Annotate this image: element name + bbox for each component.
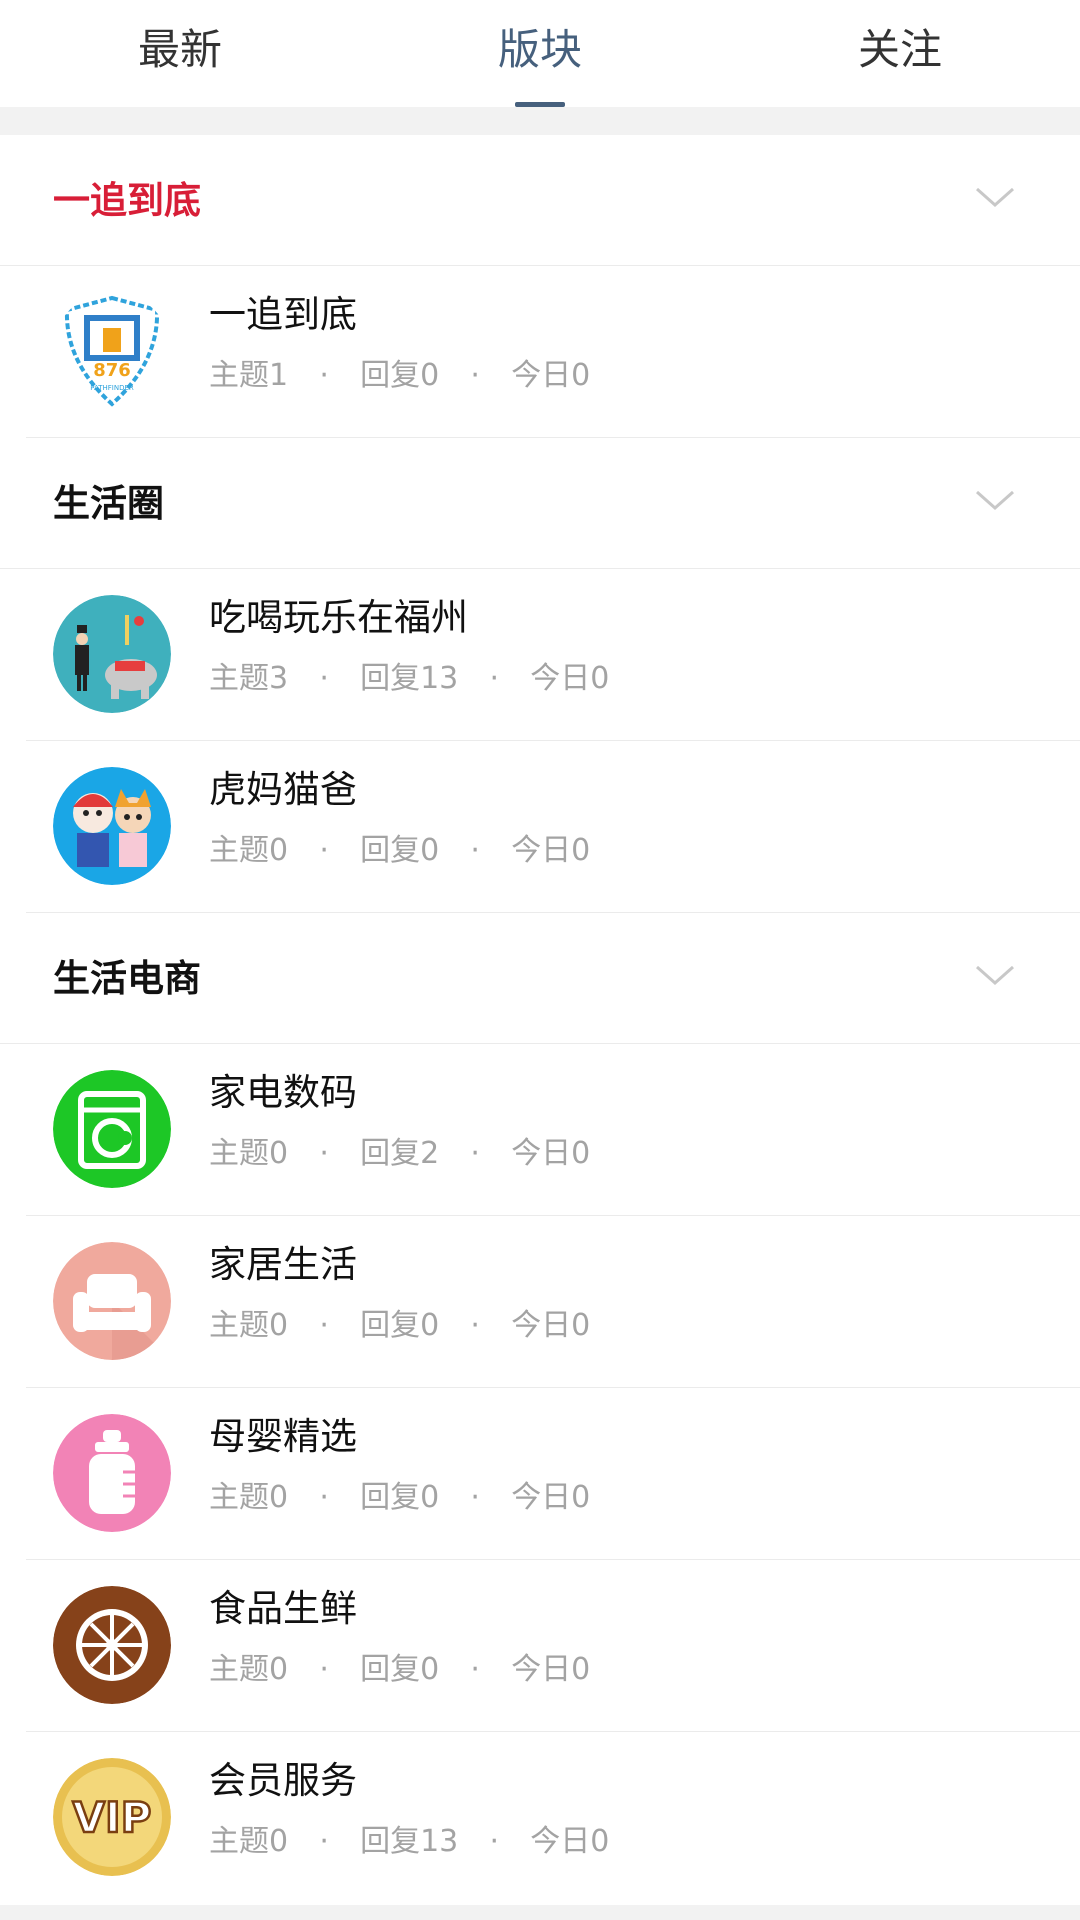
separator-dot: ·	[470, 833, 480, 868]
section-title: 生活圈	[53, 482, 164, 525]
reply-count: 回复0	[360, 358, 440, 393]
topic-count: 主题0	[209, 1136, 289, 1171]
topic-count: 主题0	[209, 833, 289, 868]
reply-count: 回复0	[360, 1308, 440, 1343]
forum-stats: 主题0 · 回复0 · 今日0	[209, 1648, 590, 1692]
today-count: 今日0	[511, 1308, 591, 1343]
forum-item[interactable]: 食品生鲜 主题0 · 回复0 · 今日0	[0, 1560, 1080, 1732]
vip-badge-icon: VIP	[53, 1758, 171, 1876]
section-header[interactable]: 一追到底	[0, 135, 1080, 266]
section-title: 生活电商	[53, 957, 201, 1000]
forum-stats: 主题1 · 回复0 · 今日0	[209, 354, 590, 398]
today-count: 今日0	[511, 358, 591, 393]
circus-elephant-icon	[53, 595, 171, 713]
forum-stats: 主题0 · 回复2 · 今日0	[209, 1132, 590, 1176]
separator-dot: ·	[470, 1308, 480, 1343]
forum-item[interactable]: 家居生活 主题0 · 回复0 · 今日0	[0, 1216, 1080, 1388]
today-count: 今日0	[511, 1480, 591, 1515]
forum-item[interactable]: 876 PATHFINDER 一追到底 主题1 · 回复0 · 今日0	[0, 266, 1080, 438]
section-header[interactable]: 生活电商	[0, 913, 1080, 1044]
forum-item[interactable]: 家电数码 主题0 · 回复2 · 今日0	[0, 1044, 1080, 1216]
orange-slice-icon	[53, 1586, 171, 1704]
family-cartoon-icon	[53, 767, 171, 885]
forum-name: 会员服务	[209, 1759, 357, 1802]
tab-boards[interactable]: 版块	[390, 0, 690, 107]
separator-dot: ·	[319, 1652, 329, 1687]
separator-dot: ·	[319, 661, 329, 696]
tab-boards-label: 版块	[497, 25, 582, 74]
separator-dot: ·	[489, 1824, 500, 1859]
topic-count: 主题0	[209, 1480, 289, 1515]
forum-stats: 主题0 · 回复13 · 今日0	[209, 1820, 609, 1864]
reply-count: 回复2	[360, 1136, 440, 1171]
svg-text:PATHFINDER: PATHFINDER	[90, 384, 134, 392]
separator-dot: ·	[470, 1480, 480, 1515]
sofa-icon	[53, 1242, 171, 1360]
reply-count: 回复0	[360, 1652, 440, 1687]
topic-count: 主题0	[209, 1652, 289, 1687]
svg-text:876: 876	[93, 360, 131, 381]
forum-item[interactable]: 吃喝玩乐在福州 主题3 · 回复13 · 今日0	[0, 569, 1080, 741]
forum-item[interactable]: 虎妈猫爸 主题0 · 回复0 · 今日0	[0, 741, 1080, 913]
forum-stats: 主题0 · 回复0 · 今日0	[209, 829, 590, 873]
top-tab-bar: 最新 版块 关注	[0, 0, 1080, 107]
separator-dot: ·	[319, 1480, 329, 1515]
chevron-down-icon[interactable]	[975, 480, 1015, 520]
forum-stats: 主题0 · 回复0 · 今日0	[209, 1476, 590, 1520]
chevron-down-icon[interactable]	[975, 177, 1015, 217]
topic-count: 主题1	[209, 358, 289, 393]
topic-count: 主题0	[209, 1308, 289, 1343]
baby-bottle-icon	[53, 1414, 171, 1532]
topic-count: 主题0	[209, 1824, 289, 1859]
reply-count: 回复0	[360, 833, 440, 868]
today-count: 今日0	[530, 1824, 610, 1859]
today-count: 今日0	[511, 1136, 591, 1171]
separator-dot: ·	[319, 1308, 329, 1343]
forum-item[interactable]: 母婴精选 主题0 · 回复0 · 今日0	[0, 1388, 1080, 1560]
forum-name: 虎妈猫爸	[209, 768, 357, 811]
separator-dot: ·	[470, 1652, 480, 1687]
today-count: 今日0	[511, 833, 591, 868]
separator-dot: ·	[319, 1824, 329, 1859]
section-title: 一追到底	[53, 179, 201, 222]
forum-name: 家电数码	[209, 1071, 357, 1114]
forum-name: 吃喝玩乐在福州	[209, 596, 468, 639]
forum-name: 食品生鲜	[209, 1587, 357, 1630]
board-list: 一追到底 876 PATHFINDER 一追到底 主题1 · 回复0 · 今日0 生活圈	[0, 135, 1080, 1905]
active-tab-indicator	[515, 102, 565, 107]
tab-following[interactable]: 关注	[750, 0, 1050, 107]
svg-text:VIP: VIP	[73, 1793, 152, 1842]
separator-dot: ·	[319, 833, 329, 868]
forum-stats: 主题3 · 回复13 · 今日0	[209, 657, 609, 701]
section-header[interactable]: 生活圈	[0, 438, 1080, 569]
reply-count: 回复0	[360, 1480, 440, 1515]
tab-latest-label: 最新	[137, 25, 222, 74]
forum-name: 家居生活	[209, 1243, 357, 1286]
today-count: 今日0	[511, 1652, 591, 1687]
forum-name: 一追到底	[209, 293, 357, 336]
tab-following-label: 关注	[857, 25, 942, 74]
washing-machine-icon	[53, 1070, 171, 1188]
separator-dot: ·	[319, 1136, 329, 1171]
forum-name: 母婴精选	[209, 1415, 357, 1458]
separator-dot: ·	[319, 358, 329, 393]
explore-876-badge: 876 PATHFINDER	[53, 292, 171, 410]
tab-latest[interactable]: 最新	[30, 0, 330, 107]
separator-dot: ·	[470, 1136, 480, 1171]
today-count: 今日0	[530, 661, 610, 696]
forum-item[interactable]: VIP 会员服务 主题0 · 回复13 · 今日0	[0, 1732, 1080, 1904]
separator-dot: ·	[470, 358, 480, 393]
topic-count: 主题3	[209, 661, 289, 696]
separator-dot: ·	[489, 661, 500, 696]
chevron-down-icon[interactable]	[975, 955, 1015, 995]
reply-count: 回复13	[360, 1824, 459, 1859]
forum-stats: 主题0 · 回复0 · 今日0	[209, 1304, 590, 1348]
reply-count: 回复13	[360, 661, 459, 696]
